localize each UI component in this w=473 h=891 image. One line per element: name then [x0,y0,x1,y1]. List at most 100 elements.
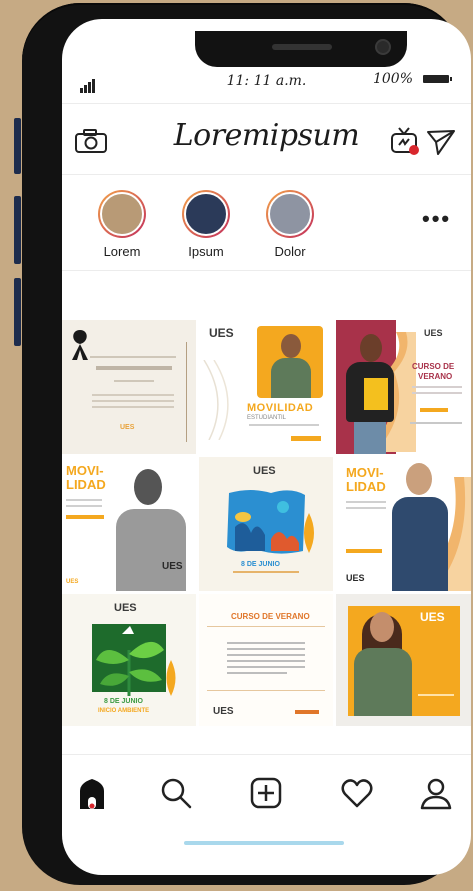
story-label: Ipsum [188,244,224,259]
phone-notch [195,31,407,67]
text-line [92,406,174,408]
person-body [354,648,412,716]
profile-icon[interactable] [418,775,454,811]
post-headline: MOVI- [346,465,384,480]
brand-mark: UES [209,326,234,340]
person-head [370,612,394,642]
person-head [281,334,301,358]
post-tile[interactable]: UES CURSO DE VERANO [336,320,471,454]
text-line [227,654,305,656]
text-line [418,694,454,696]
text-line [66,505,102,507]
brand-mark: UES [120,424,135,431]
post-headline: MOVI- [66,463,104,478]
person-body [392,497,448,591]
text-line [92,400,174,402]
post-tile[interactable]: UES 8 DE JUNIO [199,457,333,591]
text-line [227,648,305,650]
ocean-illustration [227,490,305,554]
person-head [134,469,162,505]
igtv-icon[interactable] [390,126,422,161]
post-headline: LIDAD [66,477,106,492]
phone-screen: 11: 11 a.m. 100% Loremipsum Lorem Ipsum … [62,19,471,875]
text-line [90,356,176,358]
post-date: 8 DE JUNIO [241,561,280,568]
add-post-icon[interactable] [248,775,284,811]
brand-mark: UES [66,579,79,585]
person-photo [390,463,450,591]
brand-mark: UES [424,328,443,338]
frame-line [186,342,187,442]
story-item[interactable]: Dolor [260,190,320,259]
post-tile[interactable]: UES 8 DE JUNIO INICIO AMBIENTE [62,594,196,726]
story-ring [182,190,230,238]
post-tile[interactable]: MOVI- LIDAD UES UES [62,457,196,591]
cta-bar [295,710,319,714]
more-options-icon[interactable]: ••• [422,206,451,232]
person-head [360,334,382,362]
send-icon[interactable] [426,128,456,161]
home-indicator[interactable] [184,841,344,845]
story-label: Dolor [274,244,306,259]
person-photo [269,328,313,398]
text-line [227,672,287,674]
ribbon-icon [72,330,88,360]
post-date: 8 DE JUNIO [104,698,143,705]
post-headline: VERANO [418,372,453,381]
brand-mark: UES [114,602,137,614]
home-icon[interactable] [74,775,110,811]
post-headline: MOVILIDAD [247,402,314,414]
post-tile[interactable]: CURSO DE VERANO UES [199,594,333,726]
story-ring [266,190,314,238]
post-tile[interactable]: MOVI- LIDAD UES [336,457,471,591]
post-headline: CURSO DE [412,362,455,371]
brand-mark: UES [420,610,445,624]
brand-mark: UES [162,561,183,572]
text-line [233,571,299,573]
text-line [114,380,154,382]
text-line [96,366,172,370]
person-photo [116,469,186,591]
person-photo [354,608,412,716]
text-line [227,642,305,644]
post-cta: INICIO AMBIENTE [98,708,150,714]
cta-bar [66,515,104,519]
post-tile[interactable]: UES [336,594,471,726]
battery-percentage: 100% [372,71,413,87]
brand-mark: UES [346,573,365,583]
phone-side-button [14,196,21,264]
post-grid: UES UES MOVILIDAD ESTUDIANTIL UES CURSO … [62,320,471,726]
phone-side-button [14,118,21,174]
app-header: Loremipsum [62,103,471,175]
cta-bar [291,436,321,441]
text-line [410,422,462,424]
post-tile[interactable]: UES MOVILIDAD ESTUDIANTIL [199,320,333,454]
text-line [92,394,174,396]
person-body [271,358,311,398]
story-item[interactable]: Lorem [92,190,152,259]
speaker-grille [272,44,332,50]
divider [207,626,325,627]
text-line [249,424,319,426]
search-icon[interactable] [158,775,194,811]
text-line [66,499,102,501]
post-tile[interactable]: UES [62,320,196,454]
text-line [346,501,386,503]
heart-icon[interactable] [339,775,375,811]
folder [364,378,388,410]
person-body [116,509,186,591]
text-line [227,666,305,668]
story-avatar [268,192,312,236]
story-ring [98,190,146,238]
battery-icon [423,75,452,83]
cta-bar [346,549,382,553]
person-head [406,463,432,495]
phone-side-button [14,278,21,346]
wave-decoration [203,360,229,440]
text-line [346,507,386,509]
text-line [412,386,462,388]
story-item[interactable]: Ipsum [176,190,236,259]
bottom-navigation [62,754,471,825]
brand-mark: UES [253,465,276,477]
post-headline: CURSO DE VERANO [231,612,310,621]
